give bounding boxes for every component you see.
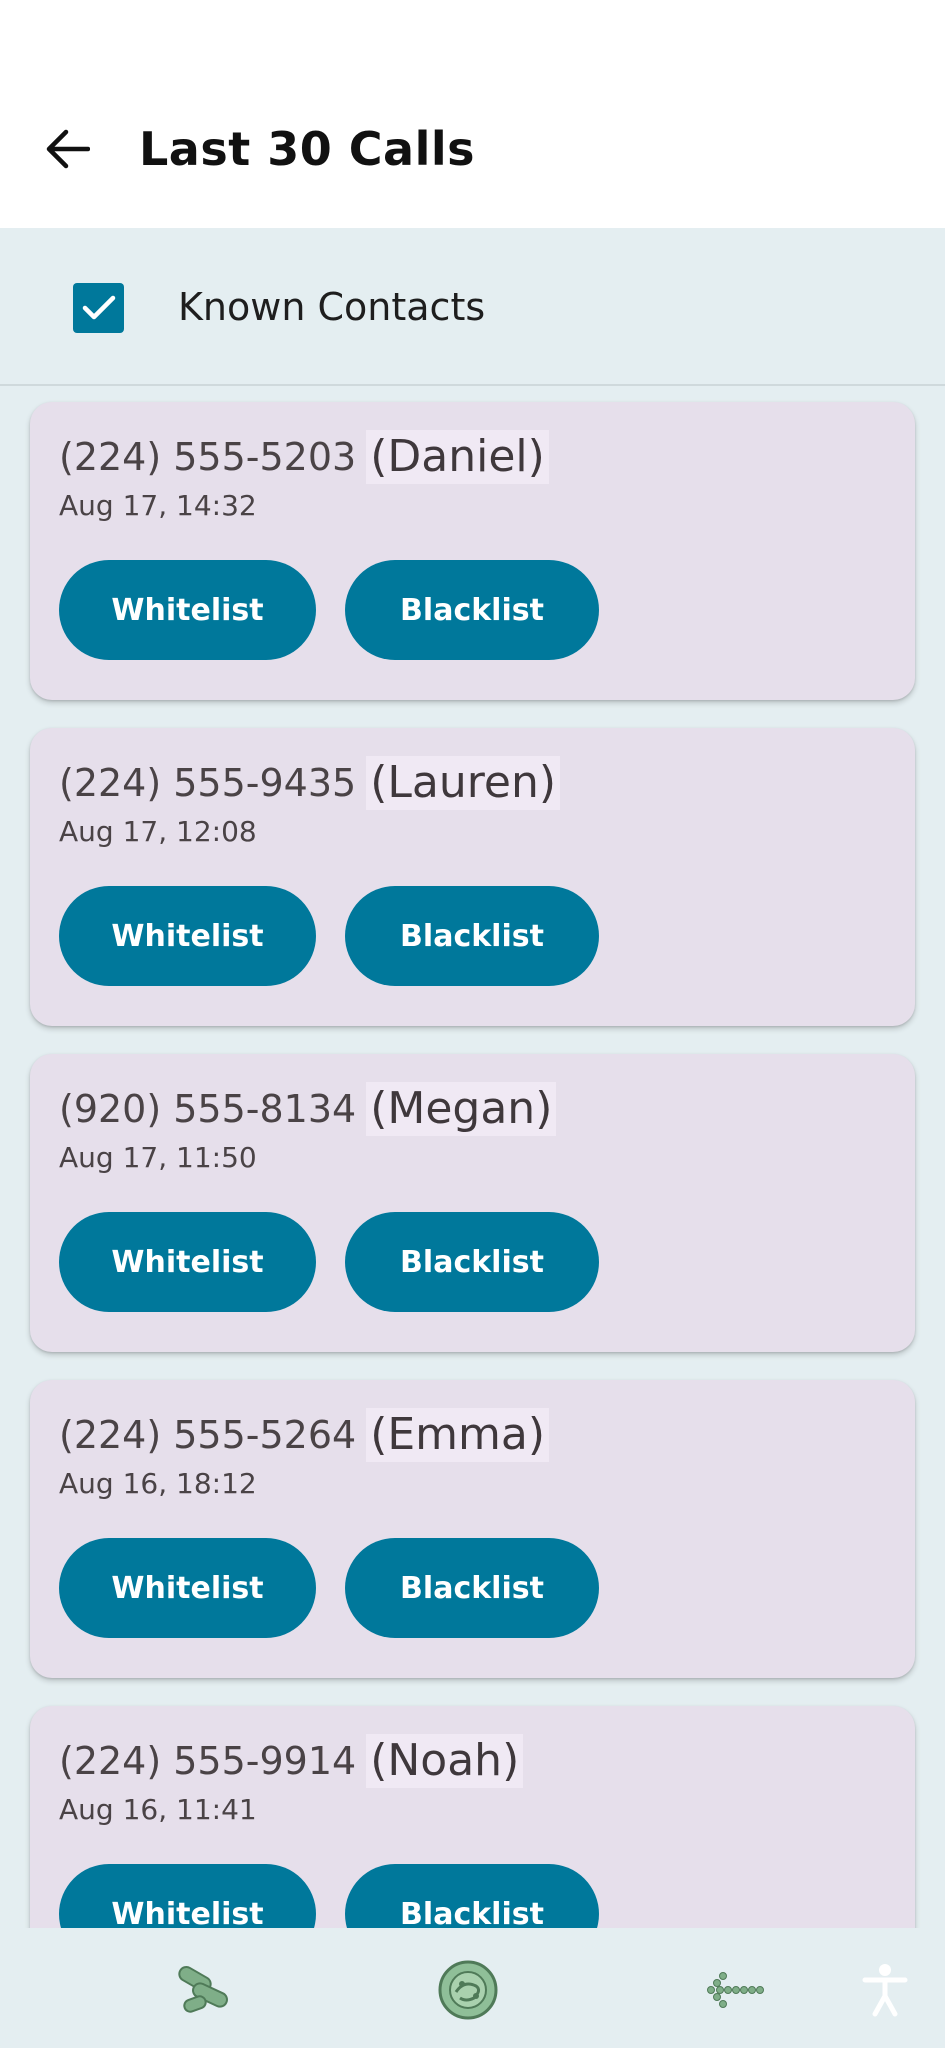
blacklist-button[interactable]: Blacklist: [345, 1212, 599, 1312]
call-contact-name: (Daniel): [366, 430, 549, 484]
call-card: (224) 555-5203 (Daniel) Aug 17, 14:32 Wh…: [30, 402, 915, 700]
call-list[interactable]: (224) 555-5203 (Daniel) Aug 17, 14:32 Wh…: [0, 388, 945, 1928]
call-phone-number: (920) 555-8134: [59, 1087, 357, 1131]
whitelist-button[interactable]: Whitelist: [59, 560, 316, 660]
call-card: (224) 555-9435 (Lauren) Aug 17, 12:08 Wh…: [30, 728, 915, 1026]
blacklist-button[interactable]: Blacklist: [345, 1538, 599, 1638]
call-phone-number: (224) 555-5264: [59, 1413, 357, 1457]
check-icon: [82, 295, 115, 320]
call-timestamp: Aug 16, 11:41: [59, 1793, 257, 1826]
call-contact-name: (Megan): [366, 1082, 557, 1136]
dotted-arrow-left-icon[interactable]: [700, 1958, 764, 2022]
call-contact-name: (Emma): [366, 1408, 550, 1462]
blacklist-button[interactable]: Blacklist: [345, 1864, 599, 1928]
call-timestamp: Aug 17, 14:32: [59, 489, 257, 522]
back-button[interactable]: [40, 114, 96, 184]
whitelist-button[interactable]: Whitelist: [59, 1538, 316, 1638]
arrow-left-icon: [46, 129, 90, 169]
whitelist-button[interactable]: Whitelist: [59, 886, 316, 986]
call-phone-number: (224) 555-9914: [59, 1739, 357, 1783]
call-phone-number: (224) 555-9435: [59, 761, 357, 805]
whitelist-button[interactable]: Whitelist: [59, 1864, 316, 1928]
accessibility-icon[interactable]: [853, 1958, 917, 2022]
call-phone-number: (224) 555-5203: [59, 435, 357, 479]
known-contacts-checkbox[interactable]: [73, 283, 124, 333]
virus-cell-icon[interactable]: [436, 1958, 500, 2022]
bacteria-icon[interactable]: [172, 1958, 236, 2022]
call-timestamp: Aug 17, 11:50: [59, 1141, 257, 1174]
call-timestamp: Aug 16, 18:12: [59, 1467, 257, 1500]
call-card: (224) 555-9914 (Noah) Aug 16, 11:41 Whit…: [30, 1706, 915, 1928]
call-card: (920) 555-8134 (Megan) Aug 17, 11:50 Whi…: [30, 1054, 915, 1352]
blacklist-button[interactable]: Blacklist: [345, 560, 599, 660]
whitelist-button[interactable]: Whitelist: [59, 1212, 316, 1312]
call-contact-name: (Lauren): [366, 756, 560, 810]
call-timestamp: Aug 17, 12:08: [59, 815, 257, 848]
blacklist-button[interactable]: Blacklist: [345, 886, 599, 986]
known-contacts-label[interactable]: Known Contacts: [178, 280, 485, 334]
call-contact-name: (Noah): [366, 1734, 524, 1788]
call-card: (224) 555-5264 (Emma) Aug 16, 18:12 Whit…: [30, 1380, 915, 1678]
page-title: Last 30 Calls: [139, 122, 475, 176]
app-bar: Last 30 Calls: [0, 0, 945, 228]
